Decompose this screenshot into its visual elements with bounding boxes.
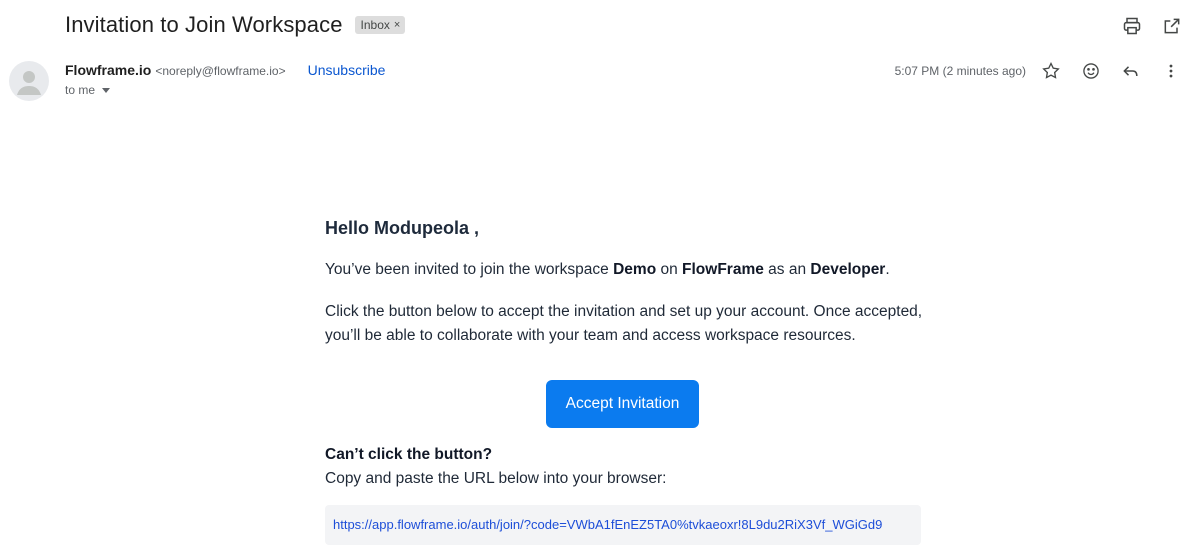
invite-on: on	[656, 261, 683, 278]
default-avatar-icon	[17, 71, 41, 95]
sender-row: Flowframe.io <noreply@flowframe.io> Unsu…	[65, 62, 385, 78]
workspace-name: Demo	[613, 261, 657, 278]
top-actions	[1122, 16, 1182, 36]
label-text: Inbox	[360, 18, 390, 32]
invite-sentence: You’ve been invited to join the workspac…	[325, 261, 890, 279]
greeting: Hello Modupeola ,	[325, 218, 480, 238]
invitation-url-box: https://app.flowframe.io/auth/join/?code…	[325, 505, 921, 545]
star-icon[interactable]	[1040, 60, 1062, 82]
reply-icon[interactable]	[1120, 60, 1142, 82]
invite-prefix: You’ve been invited to join the workspac…	[325, 261, 614, 278]
recipient-details-toggle[interactable]: to me	[65, 83, 111, 97]
fallback-instructions: Copy and paste the URL below into your b…	[325, 470, 667, 487]
invite-suffix: .	[885, 261, 890, 278]
invitation-url-link[interactable]: https://app.flowframe.io/auth/join/?code…	[333, 517, 882, 532]
instructions-paragraph: Click the button below to accept the inv…	[325, 303, 923, 344]
emoji-icon[interactable]	[1080, 60, 1102, 82]
open-in-new-window-icon[interactable]	[1162, 16, 1182, 36]
email-subject: Invitation to Join Workspace	[65, 12, 343, 37]
email-header: Invitation to Join Workspace Inbox ×	[65, 12, 406, 38]
accept-invitation-button[interactable]: Accept Invitation	[546, 380, 699, 428]
recipient-text: to me	[65, 83, 96, 97]
unsubscribe-link[interactable]: Unsubscribe	[308, 62, 386, 78]
avatar	[9, 61, 49, 101]
message-timestamp: 5:07 PM (2 minutes ago)	[894, 64, 1026, 78]
sender-name[interactable]: Flowframe.io	[65, 62, 151, 78]
sender-email: <noreply@flowframe.io>	[155, 64, 286, 78]
role-name: Developer	[810, 261, 886, 278]
fallback-heading: Can’t click the button?	[325, 446, 493, 463]
remove-label-button[interactable]: ×	[394, 19, 400, 31]
invite-as: as an	[763, 261, 811, 278]
app-name: FlowFrame	[682, 261, 764, 278]
more-vert-icon[interactable]	[1160, 60, 1182, 82]
inbox-label-chip[interactable]: Inbox ×	[354, 16, 406, 34]
chevron-down-icon[interactable]	[102, 87, 111, 93]
message-meta: 5:07 PM (2 minutes ago)	[895, 60, 1182, 82]
print-icon[interactable]	[1122, 16, 1142, 36]
